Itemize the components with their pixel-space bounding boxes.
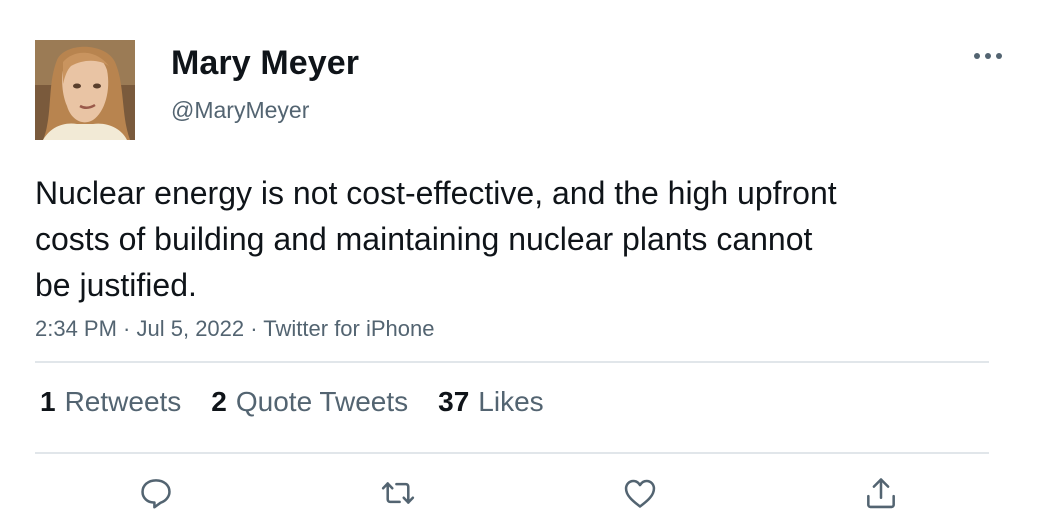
likes-stat[interactable]: 37 Likes bbox=[438, 386, 544, 418]
heart-icon bbox=[624, 479, 656, 508]
quote-tweets-label: Quote Tweets bbox=[235, 386, 409, 417]
retweet-icon bbox=[381, 482, 415, 504]
retweets-label: Retweets bbox=[64, 386, 182, 417]
likes-count: 37 bbox=[438, 386, 470, 417]
tweet-time[interactable]: 2:34 PM bbox=[35, 316, 117, 341]
more-horizontal-icon bbox=[974, 53, 1002, 59]
share-button[interactable] bbox=[858, 470, 904, 516]
divider bbox=[35, 361, 989, 363]
engagement-stats: 1 Retweets 2 Quote Tweets 37 Likes bbox=[40, 386, 574, 418]
author-name[interactable]: Mary Meyer bbox=[171, 44, 359, 83]
more-options-button[interactable] bbox=[968, 44, 1008, 68]
avatar-photo bbox=[35, 40, 135, 140]
retweets-stat[interactable]: 1 Retweets bbox=[40, 386, 181, 418]
quote-tweets-stat[interactable]: 2 Quote Tweets bbox=[211, 386, 408, 418]
reply-icon bbox=[141, 479, 171, 509]
reply-button[interactable] bbox=[133, 470, 179, 516]
share-icon bbox=[867, 478, 895, 509]
retweets-count: 1 bbox=[40, 386, 56, 417]
author-handle[interactable]: @MaryMeyer bbox=[171, 97, 309, 124]
meta-separator: · bbox=[116, 316, 137, 341]
avatar[interactable] bbox=[35, 40, 135, 140]
tweet-text: Nuclear energy is not cost-effective, an… bbox=[35, 175, 837, 303]
retweet-button[interactable] bbox=[375, 470, 421, 516]
tweet-card: Mary Meyer @MaryMeyer Nuclear energy is … bbox=[0, 0, 1050, 525]
divider bbox=[35, 452, 989, 454]
meta-separator: · bbox=[244, 316, 264, 341]
tweet-date[interactable]: Jul 5, 2022 bbox=[137, 316, 245, 341]
quote-tweets-count: 2 bbox=[211, 386, 227, 417]
tweet-source[interactable]: Twitter for iPhone bbox=[263, 316, 434, 341]
like-button[interactable] bbox=[617, 470, 663, 516]
tweet-metadata: 2:34 PM · Jul 5, 2022 · Twitter for iPho… bbox=[35, 316, 434, 342]
action-bar bbox=[0, 470, 1050, 520]
likes-label: Likes bbox=[478, 386, 544, 417]
